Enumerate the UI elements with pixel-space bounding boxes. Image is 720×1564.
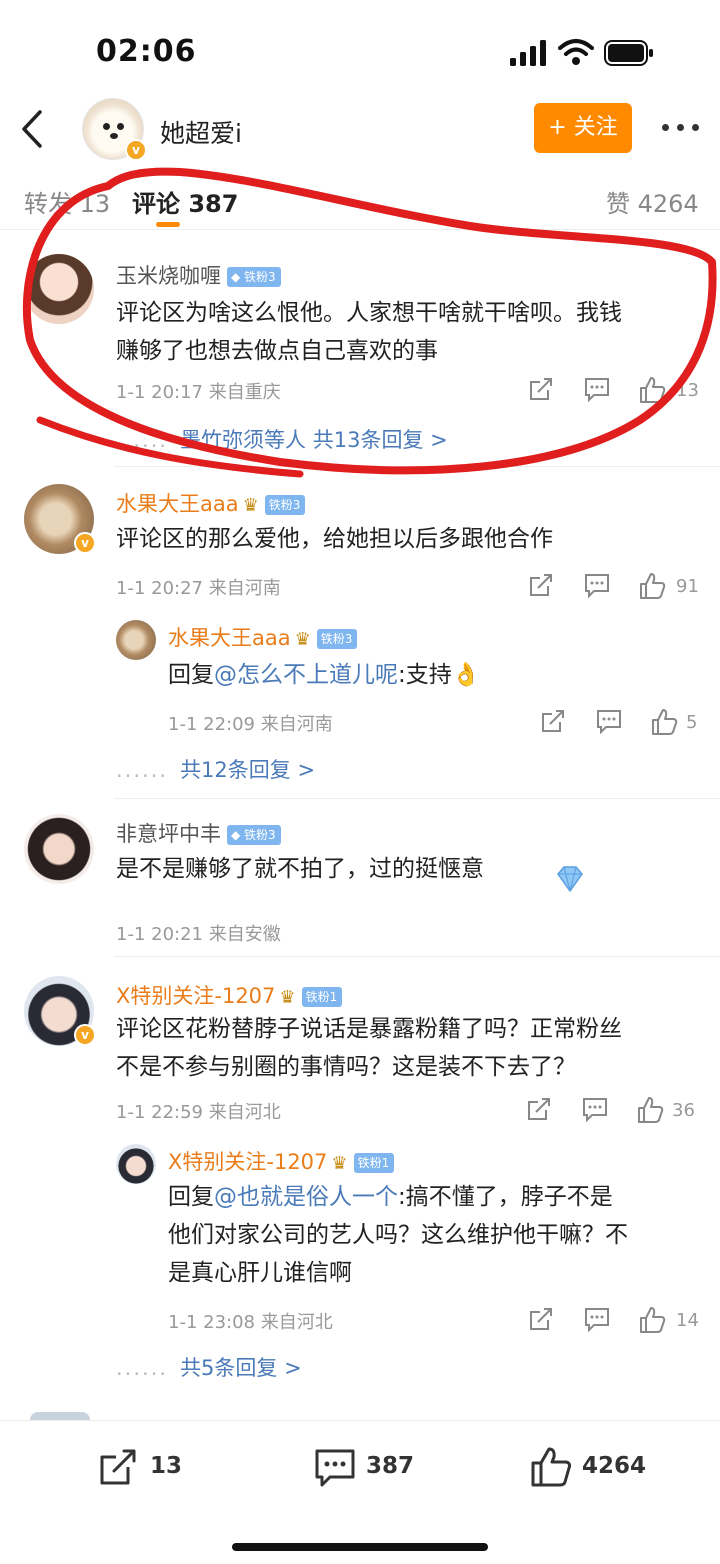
commenter-avatar[interactable] — [24, 814, 94, 884]
like-count: 5 — [686, 712, 698, 733]
divider — [114, 466, 720, 467]
share-icon[interactable] — [526, 1096, 552, 1122]
likes-count: 4264 — [582, 1453, 647, 1479]
comments-icon — [315, 1449, 355, 1487]
mention-link[interactable]: @怎么不上道儿呢 — [214, 662, 398, 688]
share-icon[interactable] — [528, 376, 554, 402]
comment-text: 评论区花粉替脖子说话是暴露粉籍了吗？正常粉丝 不是不参与别圈的事情吗？这是装不下… — [116, 1016, 622, 1080]
mention-link[interactable]: @也就是俗人一个 — [214, 1184, 398, 1210]
reply-actions: 5 — [540, 708, 710, 738]
fan-badge: 铁粉3 — [264, 495, 306, 515]
reply-avatar[interactable] — [116, 620, 156, 660]
comment-item: 玉米烧咖喱 ◆ 铁粉3 评论区为啥这么恨他。人家想干啥就干啥呗。我钱 赚够了也想去… — [0, 232, 720, 464]
status-time: 02:06 — [96, 34, 197, 69]
like-icon[interactable] — [638, 572, 666, 600]
commenter-name[interactable]: 水果大王aaa ♛ 铁粉3 — [116, 488, 306, 518]
repost-count: 13 — [150, 1453, 183, 1479]
verified-icon: v — [125, 139, 147, 161]
commenter-name[interactable]: X特别关注-1207 ♛ 铁粉1 — [116, 980, 343, 1010]
view-replies-link[interactable]: ...... 共12条回复 > — [116, 754, 315, 784]
fan-badge: 铁粉1 — [353, 1153, 395, 1173]
thumbs-up-icon — [531, 1447, 572, 1487]
like-count: 91 — [676, 576, 699, 597]
commenter-avatar — [30, 1412, 90, 1420]
comment-icon[interactable] — [584, 1306, 610, 1332]
tab-active-indicator — [156, 222, 180, 227]
divider — [114, 956, 720, 957]
post-header: v 她超爱i + 关注 — [0, 96, 720, 164]
comment-item: v X特别关注-1207 ♛ 铁粉1 评论区花粉替脖子说话是暴露粉籍了吗？正常粉丝 … — [0, 960, 720, 1400]
share-icon[interactable] — [528, 1306, 554, 1332]
reply-user-name[interactable]: 水果大王aaa ♛ 铁粉3 — [168, 622, 358, 652]
repost-icon — [100, 1449, 136, 1485]
commenter-name[interactable]: 玉米烧咖喱 ◆ 铁粉3 — [116, 260, 281, 290]
comment-meta: 1-1 22:59 来自河北 — [116, 1102, 281, 1123]
like-count: 14 — [676, 1310, 699, 1331]
share-icon[interactable] — [540, 708, 566, 734]
view-replies-link[interactable]: ...... 墨竹弥须等人 共13条回复 > — [116, 424, 448, 454]
like-count: 13 — [676, 380, 699, 401]
like-icon[interactable] — [638, 376, 666, 404]
reply-text: 回复@也就是俗人一个:搞不懂了，脖子不是 他们对家公司的艺人吗？这么维护他干嘛？… — [168, 1184, 628, 1286]
comments-count: 387 — [366, 1453, 415, 1479]
crown-icon: ♛ — [242, 494, 259, 516]
home-indicator — [232, 1543, 488, 1551]
status-bar: 02:06 — [0, 0, 720, 96]
commenter-name[interactable]: 非意坪中丰 ◆ 铁粉3 — [116, 818, 281, 848]
fan-badge: ◆ 铁粉3 — [227, 825, 281, 845]
divider — [114, 798, 720, 799]
fan-badge: 铁粉1 — [301, 987, 343, 1007]
follow-button[interactable]: + 关注 — [534, 103, 632, 153]
fan-badge: 铁粉3 — [316, 629, 358, 649]
signal-icon — [510, 40, 546, 66]
comment-icon[interactable] — [596, 708, 622, 734]
post-tabs: 转发 13 评论 387 赞 4264 — [0, 164, 720, 230]
reply-actions: 14 — [528, 1306, 708, 1336]
reply-avatar[interactable] — [116, 1144, 156, 1184]
reply-meta: 1-1 22:09 来自河南 — [168, 714, 333, 735]
comment-text: 评论区为啥这么恨他。人家想干啥就干啥呗。我钱 赚够了也想去做点自己喜欢的事 — [116, 300, 622, 364]
bottom-action-bar: 13 387 4264 — [0, 1420, 720, 1564]
like-icon[interactable] — [636, 1096, 664, 1124]
like-count: 36 — [672, 1100, 695, 1121]
back-icon[interactable] — [14, 106, 50, 152]
comment-actions: 91 — [528, 572, 708, 602]
verified-icon: v — [74, 532, 96, 554]
fan-badge: ◆ 铁粉3 — [227, 267, 281, 287]
comment-actions: 13 — [528, 376, 708, 406]
tab-comments[interactable]: 评论 387 — [132, 184, 238, 219]
comment-item: 非意坪中丰 ◆ 铁粉3 是不是赚够了就不拍了，过的挺惬意 1-1 20:21 来自… — [0, 800, 720, 950]
comment-icon[interactable] — [582, 1096, 608, 1122]
wifi-icon — [558, 39, 594, 65]
comment-meta: 1-1 20:17 来自重庆 — [116, 382, 281, 403]
comment-actions: 36 — [526, 1096, 706, 1126]
tab-likes[interactable]: 赞 4264 — [606, 184, 699, 219]
crown-icon: ♛ — [331, 1152, 348, 1174]
like-icon[interactable] — [638, 1306, 666, 1334]
crown-icon: ♛ — [279, 986, 296, 1008]
share-icon[interactable] — [528, 572, 554, 598]
comment-icon[interactable] — [584, 572, 610, 598]
comment-text: 评论区的那么爱他，给她担以后多跟他合作 — [116, 526, 553, 552]
comment-item: v 水果大王aaa ♛ 铁粉3 评论区的那么爱他，给她担以后多跟他合作 1-1 20… — [0, 468, 720, 798]
crown-icon: ♛ — [294, 628, 311, 650]
author-avatar[interactable]: v — [82, 98, 147, 161]
battery-icon — [604, 40, 653, 66]
reply-meta: 1-1 23:08 来自河北 — [168, 1312, 333, 1333]
comment-meta: 1-1 20:27 来自河南 — [116, 578, 281, 599]
verified-icon: v — [74, 1024, 96, 1046]
comment-icon[interactable] — [584, 376, 610, 402]
tab-repost[interactable]: 转发 13 — [24, 184, 110, 219]
like-icon[interactable] — [650, 708, 678, 736]
more-icon[interactable] — [660, 122, 700, 134]
comment-meta: 1-1 20:21 来自安徽 — [116, 924, 281, 945]
diamond-icon — [557, 866, 583, 893]
commenter-avatar[interactable] — [24, 254, 94, 324]
view-replies-link[interactable]: ...... 共5条回复 > — [116, 1352, 302, 1382]
author-name[interactable]: 她超爱i — [160, 114, 242, 150]
reply-text: 回复@怎么不上道儿呢:支持👌 — [168, 662, 481, 688]
reply-user-name[interactable]: X特别关注-1207 ♛ 铁粉1 — [168, 1146, 395, 1176]
comment-text: 是不是赚够了就不拍了，过的挺惬意 — [116, 856, 484, 882]
